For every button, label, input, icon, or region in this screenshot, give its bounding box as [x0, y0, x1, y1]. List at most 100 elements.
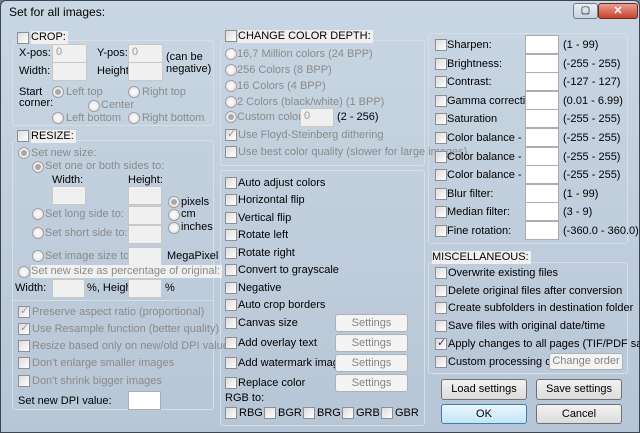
save-settings-button[interactable]: Save settings — [536, 379, 622, 400]
custom-colors-radio[interactable] — [225, 111, 237, 123]
adjust-input-color-balance-r[interactable] — [525, 128, 559, 147]
left-bottom-radio[interactable] — [52, 112, 64, 124]
rgb-checkbox-grb[interactable] — [342, 407, 354, 419]
xpos-input[interactable]: 0 — [52, 44, 87, 63]
adjust-checkbox-saturation[interactable] — [435, 113, 447, 126]
adjust-input-fine-rotation[interactable] — [525, 221, 559, 240]
effect-checkbox-rotate-right[interactable] — [225, 247, 237, 259]
restore-button[interactable]: ▢ — [573, 3, 598, 19]
ypos-input[interactable]: 0 — [128, 44, 163, 63]
floyd-checkbox[interactable] — [225, 127, 237, 141]
short-side-radio[interactable] — [32, 227, 44, 239]
rgb-checkbox-gbr[interactable] — [381, 407, 393, 419]
adjust-input-median-filter[interactable] — [525, 202, 559, 222]
misc-checkbox-create-subfolders-in-destination-folder[interactable] — [435, 302, 447, 315]
adjust-input-brightness[interactable] — [525, 53, 559, 73]
adjust-input-blur-filter[interactable] — [525, 183, 559, 203]
dont-shrink-checkbox[interactable] — [18, 375, 30, 387]
misc-checkbox-delete-original-files-after-conversion[interactable] — [435, 284, 447, 297]
settings-button[interactable]: Settings — [335, 314, 408, 332]
adjust-checkbox-color-balance-g[interactable] — [435, 150, 447, 163]
long-side-radio[interactable] — [32, 208, 44, 220]
effect-checkbox-auto-crop-borders[interactable] — [225, 299, 237, 311]
ok-button[interactable]: OK — [441, 404, 527, 424]
color-depth-checkbox[interactable] — [225, 30, 237, 42]
color-depth-radio[interactable] — [225, 80, 237, 92]
custom-colors-input[interactable]: 0 — [300, 108, 334, 127]
image-size-radio[interactable] — [32, 250, 44, 262]
color-depth-radio[interactable] — [225, 64, 237, 76]
preserve-checkbox[interactable] — [18, 304, 30, 318]
effect-checkbox-convert-to-grayscale[interactable] — [225, 264, 237, 276]
settings-button[interactable]: Settings — [335, 334, 408, 352]
right-top-radio[interactable] — [128, 86, 140, 98]
percentage-radio[interactable] — [18, 266, 30, 278]
adjust-input-saturation[interactable] — [525, 109, 559, 129]
long-side-input[interactable] — [128, 206, 162, 225]
effect-checkbox-vertical-flip[interactable] — [225, 212, 237, 224]
settings-button[interactable]: Settings — [335, 374, 408, 392]
close-button[interactable]: ✕ — [598, 3, 638, 19]
adjust-checkbox-gamma-correction[interactable] — [435, 94, 447, 107]
dpi-input[interactable] — [128, 391, 161, 410]
set-new-size-radio[interactable] — [18, 147, 30, 159]
adjust-input-color-balance-b[interactable] — [525, 165, 559, 185]
misc-checkbox-apply-changes-to-all-pages-tif-pdf-saving[interactable] — [435, 336, 447, 350]
adjust-checkbox-fine-rotation[interactable] — [435, 225, 447, 237]
effect-label: Add overlay text — [238, 337, 317, 349]
pct-width-input[interactable] — [52, 279, 85, 298]
pct-height-input[interactable] — [128, 279, 162, 298]
misc-checkbox-save-files-with-original-date-time[interactable] — [435, 320, 447, 333]
right-bottom-radio[interactable] — [128, 112, 140, 124]
adjust-checkbox-contrast[interactable] — [435, 76, 447, 89]
effect-checkbox-negative[interactable] — [225, 282, 237, 294]
best-quality-checkbox[interactable] — [225, 146, 237, 158]
left-top-radio[interactable] — [52, 86, 64, 98]
adjust-input-color-balance-g[interactable] — [525, 146, 559, 166]
dont-enlarge-checkbox[interactable] — [18, 357, 30, 369]
dpi-based-checkbox[interactable] — [18, 340, 30, 352]
adjust-checkbox-blur-filter[interactable] — [435, 187, 447, 200]
adjust-input-sharpen[interactable] — [525, 35, 559, 54]
inches-radio[interactable] — [168, 222, 180, 234]
color-depth-radio[interactable] — [225, 48, 237, 60]
image-size-input[interactable] — [128, 247, 162, 266]
effect-checkbox-add-overlay-text[interactable] — [225, 337, 237, 349]
adjust-checkbox-sharpen[interactable] — [435, 39, 447, 51]
color-depth-radio[interactable] — [225, 96, 237, 108]
resize-width-input[interactable] — [52, 186, 86, 205]
rgb-checkbox-bgr[interactable] — [264, 407, 276, 419]
center-radio[interactable] — [88, 100, 100, 112]
crop-width-input[interactable] — [52, 62, 87, 81]
misc-checkbox-overwrite-existing-files[interactable] — [435, 267, 447, 279]
change-order-button[interactable]: Change order — [549, 353, 623, 370]
crop-height-input[interactable] — [128, 62, 163, 81]
resample-checkbox[interactable] — [18, 321, 30, 335]
rgb-checkbox-rbg[interactable] — [225, 407, 237, 419]
settings-button[interactable]: Settings — [335, 354, 408, 372]
effect-checkbox-canvas-size[interactable] — [225, 317, 237, 329]
effect-checkbox-rotate-left[interactable] — [225, 229, 237, 241]
adjust-checkbox-median-filter[interactable] — [435, 206, 447, 219]
short-side-input[interactable] — [128, 225, 162, 244]
effect-checkbox-horizontal-flip[interactable] — [225, 194, 237, 206]
one-or-both-radio[interactable] — [32, 161, 44, 173]
adjust-input-gamma-correction[interactable] — [525, 90, 559, 110]
effect-checkbox-auto-adjust-colors[interactable] — [225, 177, 237, 189]
rgb-label: GBR — [395, 407, 419, 419]
effect-checkbox-replace-color[interactable] — [225, 377, 237, 389]
crop-checkbox[interactable] — [17, 32, 29, 44]
adjust-input-contrast[interactable] — [525, 72, 559, 92]
resize-checkbox[interactable] — [17, 130, 29, 142]
misc-checkbox-custom-processing-order[interactable] — [435, 355, 447, 368]
adjust-checkbox-brightness[interactable] — [435, 57, 447, 70]
adjust-checkbox-color-balance-r[interactable] — [435, 132, 447, 144]
cm-radio[interactable] — [168, 209, 180, 221]
rgb-checkbox-brg[interactable] — [303, 407, 315, 419]
pixels-radio[interactable] — [168, 196, 180, 208]
adjust-checkbox-color-balance-b[interactable] — [435, 169, 447, 182]
effect-checkbox-add-watermark-image[interactable] — [225, 357, 237, 369]
load-settings-button[interactable]: Load settings — [441, 379, 527, 400]
resize-height-input[interactable] — [128, 186, 162, 205]
cancel-button[interactable]: Cancel — [536, 404, 622, 424]
